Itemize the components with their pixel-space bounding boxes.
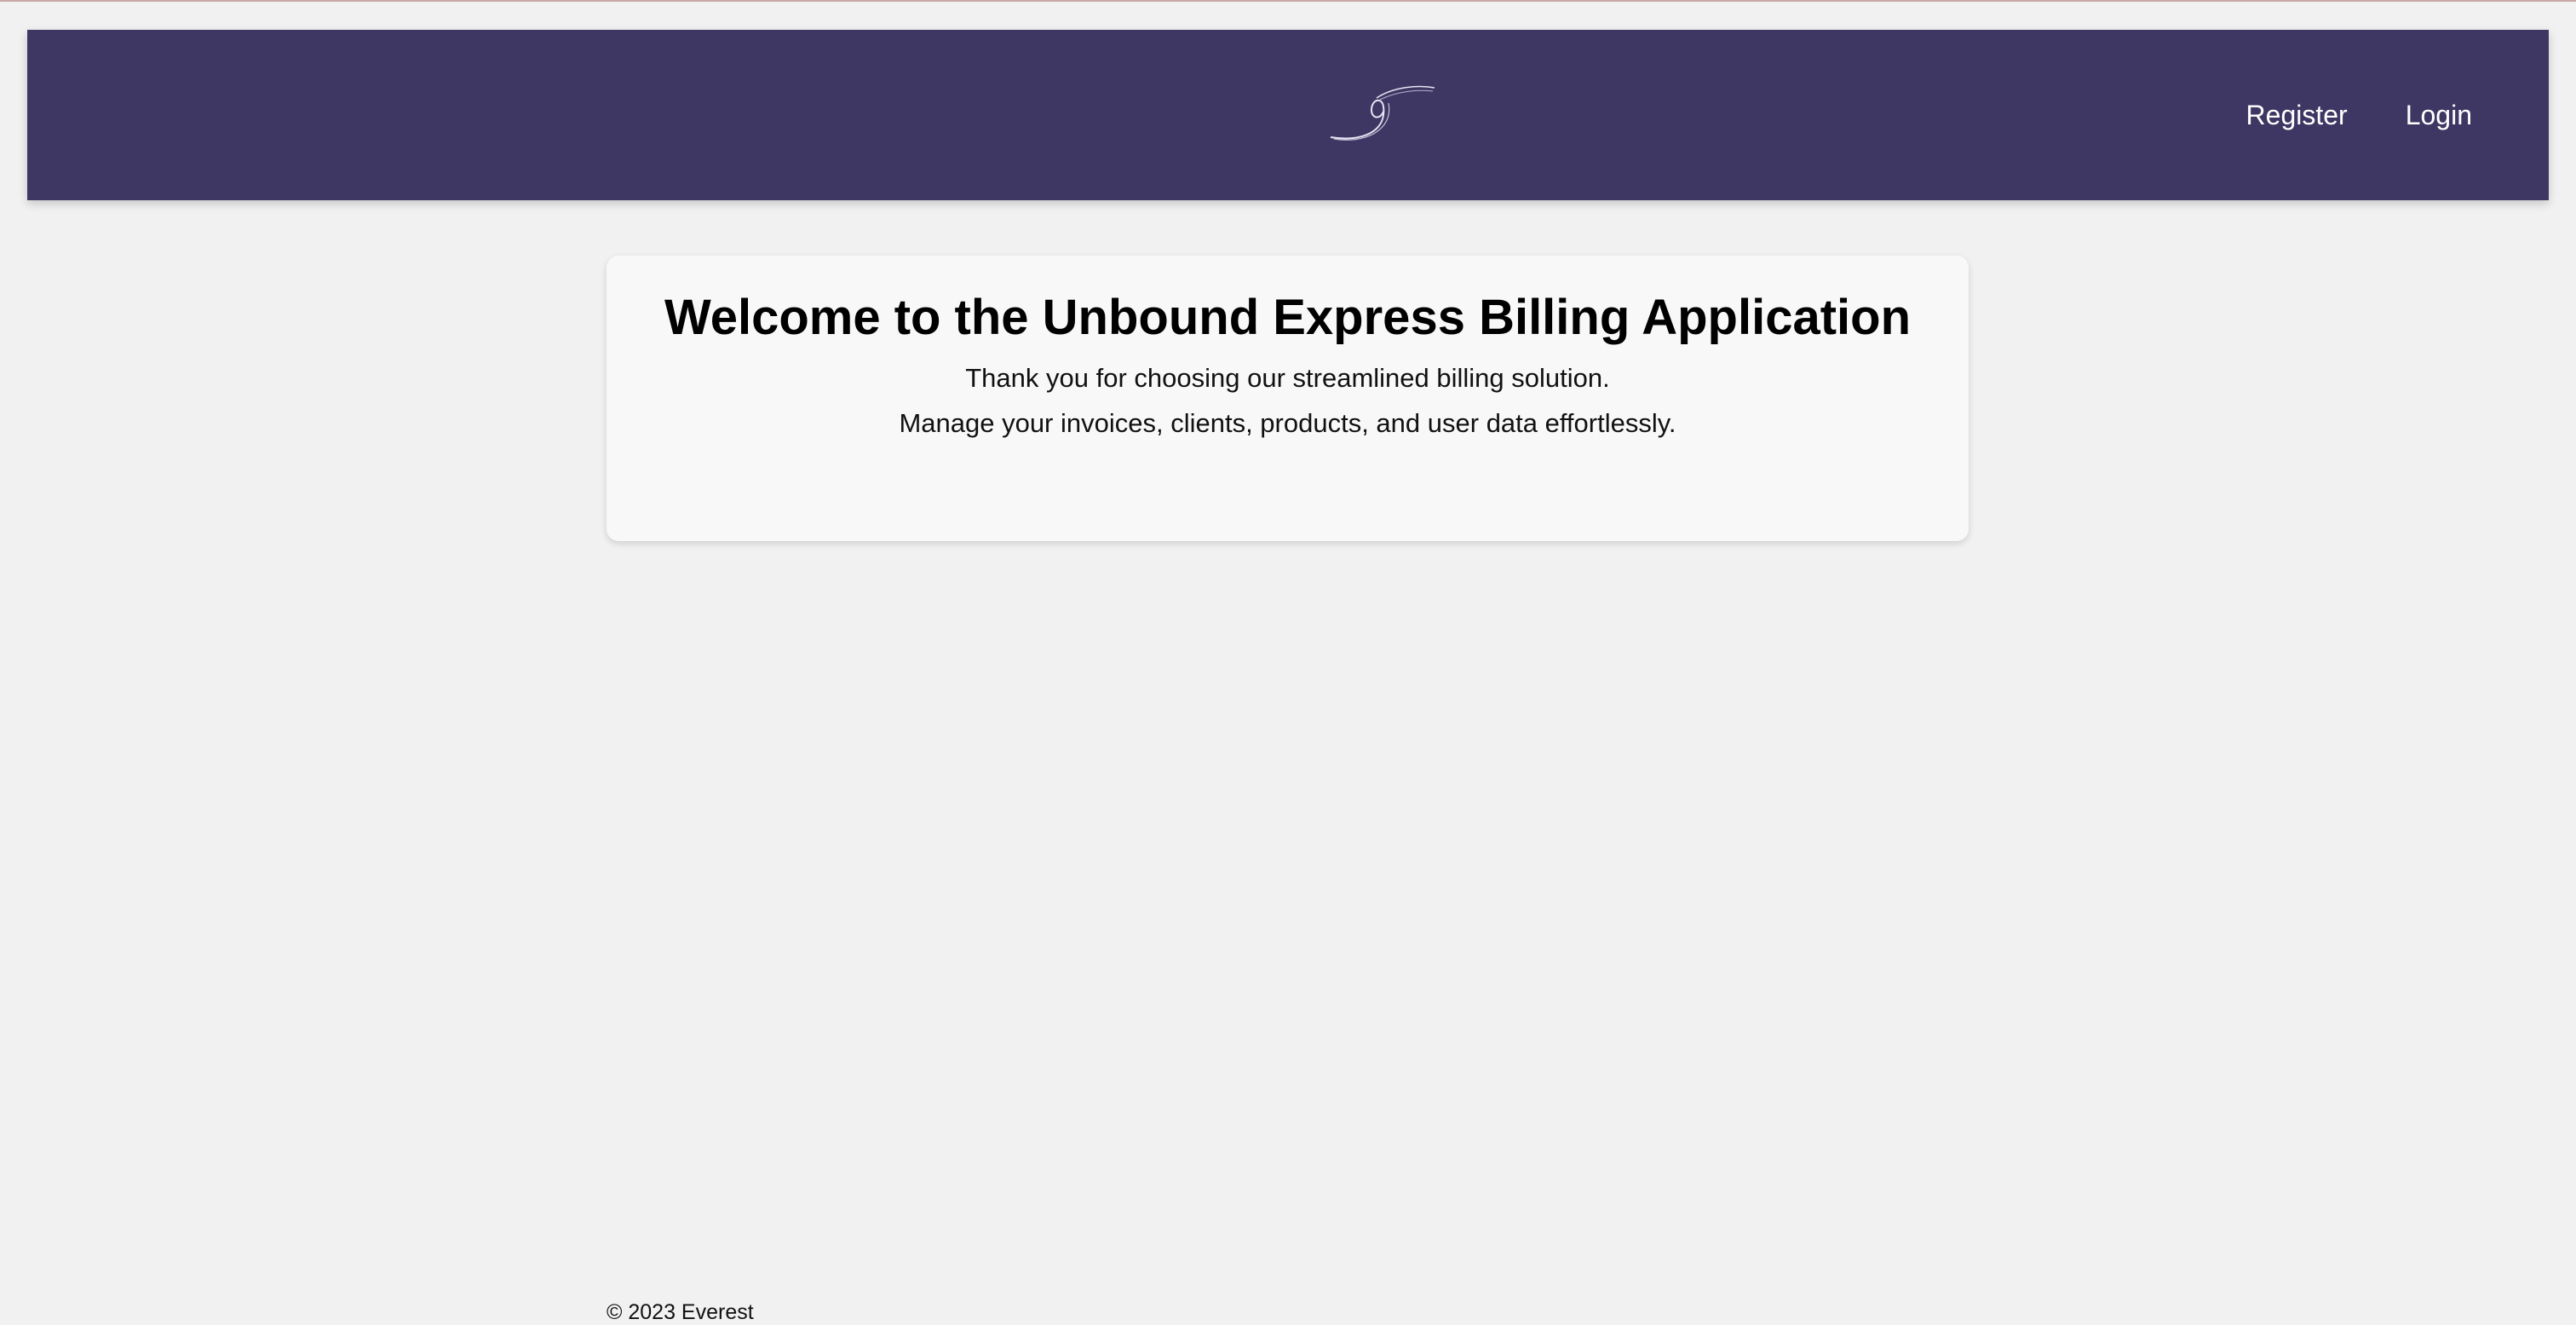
welcome-title: Welcome to the Unbound Express Billing A… (664, 290, 1911, 345)
welcome-text-line-1: Thank you for choosing our streamlined b… (965, 362, 1610, 393)
login-link[interactable]: Login (2406, 100, 2472, 131)
welcome-text-line-2: Manage your invoices, clients, products,… (899, 407, 1676, 438)
nav-links: Register Login (2246, 30, 2472, 200)
footer-copyright: © 2023 Everest (607, 1300, 754, 1324)
top-navbar: Register Login (27, 30, 2549, 200)
welcome-card: Welcome to the Unbound Express Billing A… (607, 256, 1969, 541)
register-link[interactable]: Register (2246, 100, 2348, 131)
swirl-logo-icon[interactable] (1327, 81, 1438, 149)
